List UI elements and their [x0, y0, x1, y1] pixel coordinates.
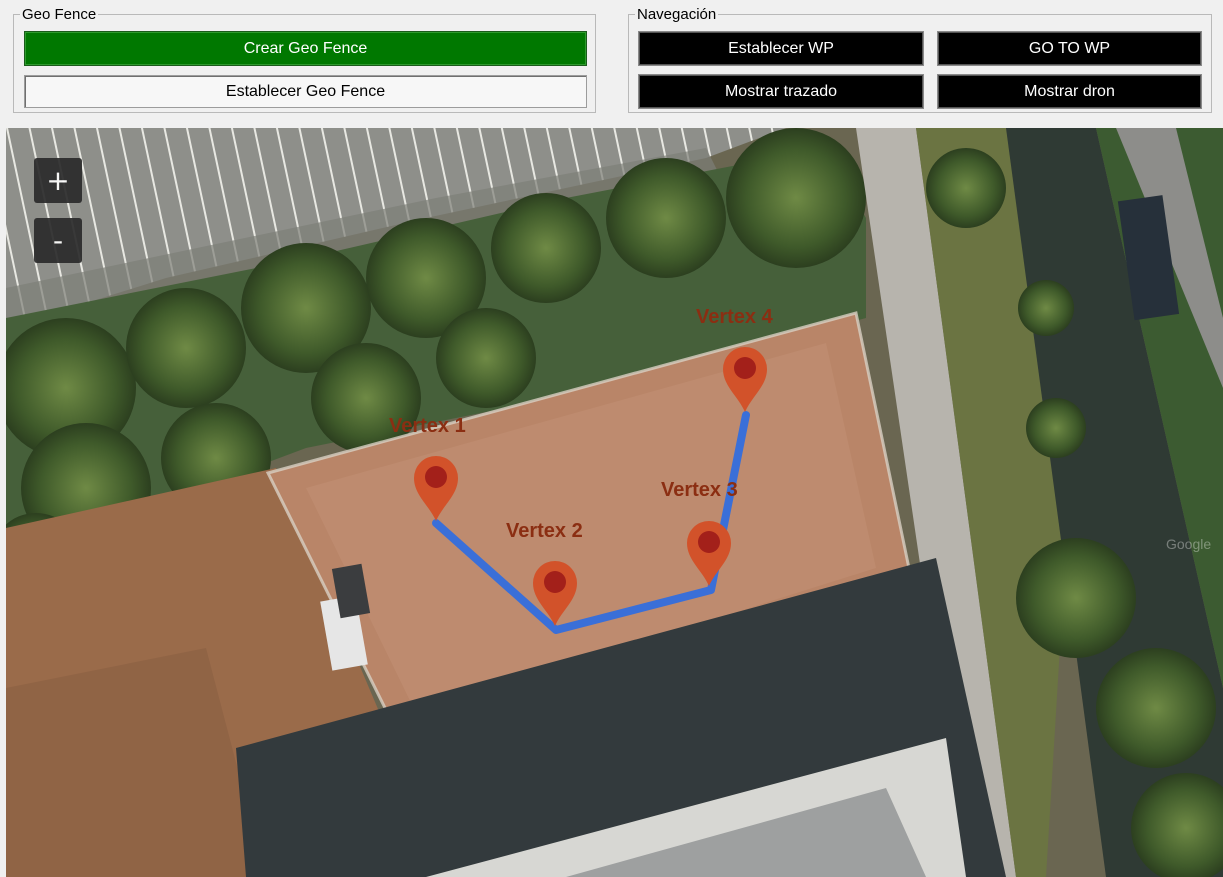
- zoom-in-button[interactable]: +: [34, 158, 82, 203]
- vertex-3-marker-icon[interactable]: [684, 518, 734, 588]
- set-waypoint-button[interactable]: Establecer WP: [638, 31, 924, 66]
- geofence-legend: Geo Fence: [22, 6, 97, 23]
- map-imagery: [6, 128, 1223, 877]
- vertex-3-label: Vertex 3: [661, 479, 738, 501]
- vertex-2-marker-icon[interactable]: [530, 558, 580, 628]
- zoom-out-button[interactable]: -: [34, 218, 82, 263]
- satellite-map[interactable]: + - Vertex 1 Vertex 2 Vertex 3 Vertex 4 …: [6, 128, 1223, 877]
- vertex-2-label: Vertex 2: [506, 520, 583, 542]
- create-geofence-button[interactable]: Crear Geo Fence: [24, 31, 587, 66]
- go-to-waypoint-button[interactable]: GO TO WP: [937, 31, 1202, 66]
- vertex-1-marker-icon[interactable]: [411, 453, 461, 523]
- navigation-legend: Navegación: [637, 6, 717, 23]
- map-watermark: Google: [1166, 536, 1212, 552]
- vertex-1-label: Vertex 1: [389, 415, 466, 437]
- vertex-4-marker-icon[interactable]: [720, 344, 770, 414]
- show-drone-button[interactable]: Mostrar dron: [937, 74, 1202, 109]
- set-geofence-button[interactable]: Establecer Geo Fence: [24, 75, 587, 108]
- show-path-button[interactable]: Mostrar trazado: [638, 74, 924, 109]
- vertex-4-label: Vertex 4: [696, 306, 773, 328]
